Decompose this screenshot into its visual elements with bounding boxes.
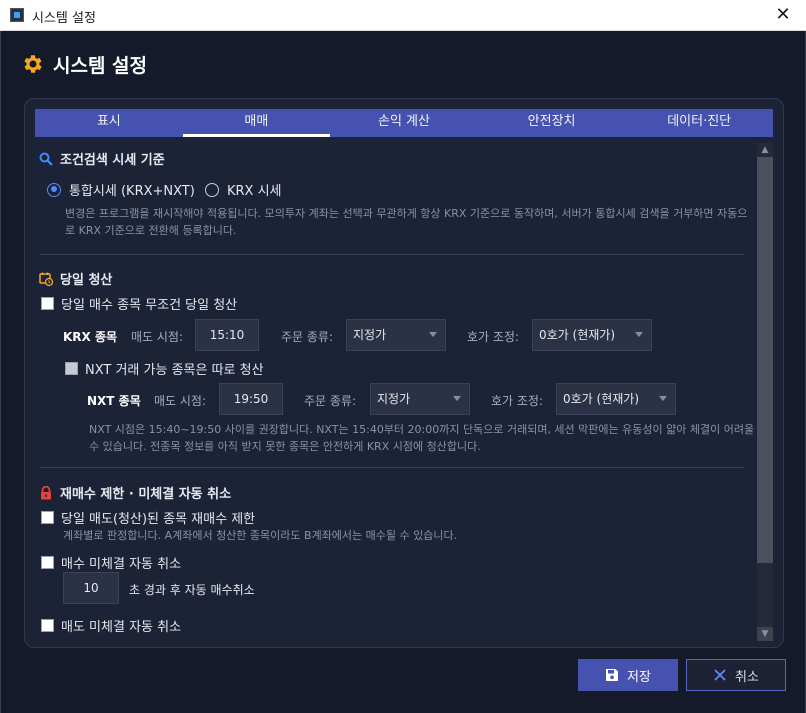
nxt-note: NXT 시점은 15:40~19:50 사이를 권장합니다. NXT는 15:4… xyxy=(89,423,755,453)
krx-row-label: KRX 종목 xyxy=(63,330,118,344)
scroll-down-icon[interactable]: ▼ xyxy=(757,627,773,641)
krx-order-type-select[interactable]: 지정가 xyxy=(346,319,446,351)
checkbox-icon[interactable] xyxy=(41,511,54,524)
checkbox-unconditional-liquidation[interactable]: 당일 매수 종목 무조건 당일 청산 xyxy=(41,294,237,313)
divider xyxy=(39,467,744,468)
condition-search-section-title: 조건검색 시세 기준 xyxy=(39,149,165,168)
settings-window: 시스템 설정 표시 매매 손익 계산 안전장치 데이터·진단 조건검색 시세 기… xyxy=(0,31,806,713)
buy-cancel-seconds-input[interactable]: 10 xyxy=(63,572,119,604)
buy-cancel-suffix: 초 경과 후 자동 매수취소 xyxy=(129,583,255,597)
checkbox-buy-auto-cancel[interactable]: 매수 미체결 자동 취소 xyxy=(41,553,181,572)
trading-settings: 조건검색 시세 기준 통합시세 (KRX+NXT) KRX 시세 변경은 프로그… xyxy=(39,143,754,641)
chevron-down-icon xyxy=(429,332,437,337)
tab-bar: 표시 매매 손익 계산 안전장치 데이터·진단 xyxy=(35,109,773,137)
tab-trading[interactable]: 매매 xyxy=(182,109,331,137)
save-button[interactable]: 저장 xyxy=(578,659,678,691)
calendar-clock-icon xyxy=(39,272,53,286)
checkbox-rebuy-restriction[interactable]: 당일 매도(청산)된 종목 재매수 제한 xyxy=(41,508,255,527)
krx-sell-time-input[interactable]: 15:10 xyxy=(195,319,259,351)
window-title: 시스템 설정 xyxy=(32,11,96,26)
scrollbar-thumb[interactable] xyxy=(757,157,773,563)
gear-icon xyxy=(24,55,42,73)
lock-icon xyxy=(41,485,51,499)
tab-data-diagnostics[interactable]: 데이터·진단 xyxy=(625,109,773,137)
scroll-up-icon[interactable]: ▲ xyxy=(757,143,773,157)
nxt-order-type-select[interactable]: 지정가 xyxy=(370,383,470,415)
tab-display[interactable]: 표시 xyxy=(35,109,183,137)
page-title: 시스템 설정 xyxy=(53,54,148,77)
rebuy-section-title: 재매수 제한 · 미체결 자동 취소 xyxy=(39,483,231,502)
krx-sell-time-label: 매도 시점: xyxy=(131,330,184,344)
close-icon[interactable]: ✕ xyxy=(760,0,806,31)
app-icon xyxy=(10,8,24,22)
nxt-tick-adjust-select[interactable]: 0호가 (현재가) xyxy=(556,383,676,415)
krx-tick-adjust-select[interactable]: 0호가 (현재가) xyxy=(532,319,652,351)
save-icon xyxy=(606,669,619,681)
cancel-button[interactable]: 취소 xyxy=(686,659,786,691)
nxt-sell-time-label: 매도 시점: xyxy=(154,394,207,408)
nxt-order-type-label: 주문 종류: xyxy=(304,394,357,408)
page-header: 시스템 설정 xyxy=(21,49,147,79)
radio-krx-price[interactable]: KRX 시세 xyxy=(205,180,282,199)
checkbox-nxt-separate[interactable]: NXT 거래 가능 종목은 따로 청산 xyxy=(65,359,264,378)
nxt-row-label: NXT 종목 xyxy=(87,394,141,408)
search-icon xyxy=(39,152,53,166)
checkbox-sell-auto-cancel[interactable]: 매도 미체결 자동 취소 xyxy=(41,616,181,635)
same-day-section-title: 당일 청산 xyxy=(39,269,112,288)
checkbox-icon[interactable] xyxy=(41,619,54,632)
close-icon xyxy=(714,669,726,681)
radio-selected-icon[interactable] xyxy=(47,182,61,197)
window-titlebar: 시스템 설정 ✕ xyxy=(0,0,806,31)
settings-panel: 표시 매매 손익 계산 안전장치 데이터·진단 조건검색 시세 기준 통합시세 … xyxy=(24,98,784,648)
checkbox-icon[interactable] xyxy=(65,362,78,375)
radio-unselected-icon[interactable] xyxy=(205,182,219,197)
divider xyxy=(39,254,744,255)
chevron-down-icon xyxy=(453,396,461,401)
vertical-scrollbar[interactable]: ▲ ▼ xyxy=(757,143,773,641)
checkbox-icon[interactable] xyxy=(41,297,54,310)
chevron-down-icon xyxy=(635,332,643,337)
krx-order-type-label: 주문 종류: xyxy=(281,330,334,344)
nxt-tick-adjust-label: 호가 조정: xyxy=(491,394,544,408)
condition-search-note: 변경은 프로그램을 재시작해야 적용됩니다. 모의투자 계좌는 선택과 무관하게… xyxy=(65,207,748,237)
nxt-sell-time-input[interactable]: 19:50 xyxy=(219,383,283,415)
radio-integrated-price[interactable]: 통합시세 (KRX+NXT) xyxy=(47,180,195,199)
checkbox-icon[interactable] xyxy=(41,556,54,569)
rebuy-note: 계좌별로 판정합니다. A계좌에서 청산한 종목이라도 B계좌에서는 매수될 수… xyxy=(63,529,458,542)
chevron-down-icon xyxy=(659,396,667,401)
tab-pnl[interactable]: 손익 계산 xyxy=(330,109,478,137)
tab-safety[interactable]: 안전장치 xyxy=(478,109,626,137)
krx-tick-adjust-label: 호가 조정: xyxy=(467,330,520,344)
